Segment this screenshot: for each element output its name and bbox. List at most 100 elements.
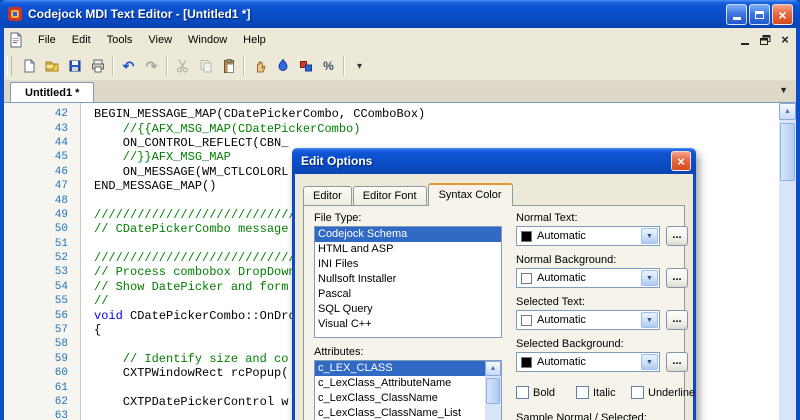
combo-dropdown-button[interactable]: ▼	[641, 312, 658, 328]
list-item[interactable]: Pascal	[315, 287, 501, 302]
list-item[interactable]: Visual C++	[315, 317, 501, 332]
application-window: Codejock MDI Text Editor - [Untitled1 *]…	[0, 0, 800, 420]
paste-button[interactable]	[217, 55, 240, 78]
checkbox-box[interactable]	[576, 386, 589, 399]
menu-window[interactable]: Window	[180, 30, 235, 50]
editor-line[interactable]: 43 //{{AFX_MSG_MAP(CDatePickerCombo)	[4, 121, 779, 136]
title-bar[interactable]: Codejock MDI Text Editor - [Untitled1 *]…	[0, 0, 800, 28]
tab-untitled1[interactable]: Untitled1 *	[10, 82, 95, 103]
menu-file[interactable]: File	[30, 30, 64, 50]
cut-button[interactable]	[171, 55, 194, 78]
toolbar-grip[interactable]	[7, 56, 12, 76]
checkbox-label: Italic	[593, 386, 616, 399]
tab-editor-font[interactable]: Editor Font	[352, 186, 427, 205]
toolbar-options-button[interactable]: ▾	[348, 55, 371, 78]
normal-text-combobox[interactable]: Automatic ▼	[516, 226, 660, 246]
list-item[interactable]: Codejock Schema	[315, 227, 501, 242]
redo-button[interactable]: ↷	[140, 55, 163, 78]
combo-value: Automatic	[537, 356, 586, 368]
new-file-button[interactable]	[17, 55, 40, 78]
scrollbar-thumb[interactable]	[486, 378, 500, 404]
mdi-restore-button[interactable]	[756, 31, 774, 48]
list-item[interactable]: c_LexClass_ClassName_List	[315, 406, 501, 420]
percent-icon: %	[323, 59, 334, 73]
list-item[interactable]: c_LEX_CLASS	[315, 361, 501, 376]
open-file-button[interactable]	[40, 55, 63, 78]
copy-button[interactable]	[194, 55, 217, 78]
normal-background-combobox[interactable]: Automatic ▼	[516, 268, 660, 288]
minimize-button[interactable]	[726, 4, 747, 25]
mdi-minimize-button[interactable]	[736, 31, 754, 48]
list-item[interactable]: HTML and ASP	[315, 242, 501, 257]
combo-dropdown-button[interactable]: ▼	[641, 354, 658, 370]
editor-line[interactable]: 42 BEGIN_MESSAGE_MAP(CDatePickerCombo, CC…	[4, 107, 779, 121]
arrow-down-icon: ▼	[646, 274, 653, 282]
arrow-down-icon: ▼	[646, 232, 653, 240]
dialog-title-bar[interactable]: Edit Options ×	[292, 148, 696, 174]
pan-button[interactable]	[248, 55, 271, 78]
list-item[interactable]: INI Files	[315, 257, 501, 272]
combo-dropdown-button[interactable]: ▼	[641, 270, 658, 286]
list-item[interactable]: Nullsoft Installer	[315, 272, 501, 287]
dialog-close-button[interactable]: ×	[671, 151, 691, 171]
copy-icon	[200, 60, 211, 73]
attributes-listbox[interactable]: c_LEX_CLASS c_LexClass_AttributeName c_L…	[314, 360, 502, 420]
tab-list-dropdown[interactable]: ▼	[779, 85, 788, 95]
normal-text-browse-button[interactable]: ...	[666, 226, 688, 246]
save-button[interactable]	[63, 55, 86, 78]
close-icon: ×	[677, 153, 685, 169]
selected-background-combobox[interactable]: Automatic ▼	[516, 352, 660, 372]
bold-checkbox[interactable]: Bold	[516, 386, 555, 399]
close-button[interactable]: ×	[772, 4, 793, 25]
normal-background-label: Normal Background:	[516, 254, 617, 266]
combo-value: Automatic	[537, 314, 586, 326]
paste-icon	[223, 59, 234, 73]
scroll-up-button[interactable]: ▲	[779, 103, 796, 120]
mdi-close-button[interactable]: ×	[776, 31, 794, 48]
syntax-color-button[interactable]: %	[317, 55, 340, 78]
editor-vertical-scrollbar[interactable]: ▲	[779, 103, 796, 420]
chevron-down-icon: ▼	[779, 85, 788, 95]
undo-icon: ↶	[122, 58, 135, 74]
checkbox-label: Bold	[533, 386, 556, 399]
arrow-up-icon: ▲	[489, 365, 497, 372]
combo-dropdown-button[interactable]: ▼	[641, 228, 658, 244]
underline-checkbox[interactable]: Underline	[631, 386, 695, 399]
list-item[interactable]: SQL Query	[315, 302, 501, 317]
scroll-up-button[interactable]: ▲	[485, 361, 501, 376]
italic-checkbox[interactable]: Italic	[576, 386, 616, 399]
format-paint-button[interactable]	[271, 55, 294, 78]
color-swatch	[521, 356, 532, 368]
tab-editor[interactable]: Editor	[303, 186, 352, 205]
menu-edit[interactable]: Edit	[64, 30, 99, 50]
selected-background-label: Selected Background:	[516, 338, 624, 350]
print-button[interactable]	[86, 55, 109, 78]
menu-view[interactable]: View	[140, 30, 180, 50]
maximize-button[interactable]	[749, 4, 770, 25]
save-icon	[69, 60, 80, 72]
selected-text-combobox[interactable]: Automatic ▼	[516, 310, 660, 330]
normal-background-browse-button[interactable]: ...	[666, 268, 688, 288]
app-icon	[8, 7, 22, 21]
selected-text-browse-button[interactable]: ...	[666, 310, 688, 330]
mdi-restore-icon	[759, 34, 770, 45]
menu-tools[interactable]: Tools	[99, 30, 141, 50]
file-type-listbox[interactable]: Codejock Schema HTML and ASP INI Files N…	[314, 226, 502, 338]
normal-text-label: Normal Text:	[516, 212, 578, 224]
undo-button[interactable]: ↶	[117, 55, 140, 78]
colors-button[interactable]	[294, 55, 317, 78]
menu-help[interactable]: Help	[235, 30, 274, 50]
checkbox-box[interactable]	[516, 386, 529, 399]
list-item[interactable]: c_LexClass_ClassName	[315, 391, 501, 406]
mdi-minimize-icon	[741, 42, 749, 45]
attributes-scrollbar[interactable]: ▲	[485, 361, 501, 420]
checkbox-box[interactable]	[631, 386, 644, 399]
dialog-tab-strip: Editor Editor Font Syntax Color	[303, 182, 514, 206]
tab-syntax-color[interactable]: Syntax Color	[427, 183, 513, 206]
cut-icon	[176, 59, 188, 73]
scrollbar-thumb[interactable]	[780, 123, 795, 181]
list-item[interactable]: c_LexClass_AttributeName	[315, 376, 501, 391]
syntax-color-panel: File Type: Codejock Schema HTML and ASP …	[303, 205, 695, 420]
chevron-down-icon: ▾	[356, 60, 363, 72]
selected-background-browse-button[interactable]: ...	[666, 352, 688, 372]
